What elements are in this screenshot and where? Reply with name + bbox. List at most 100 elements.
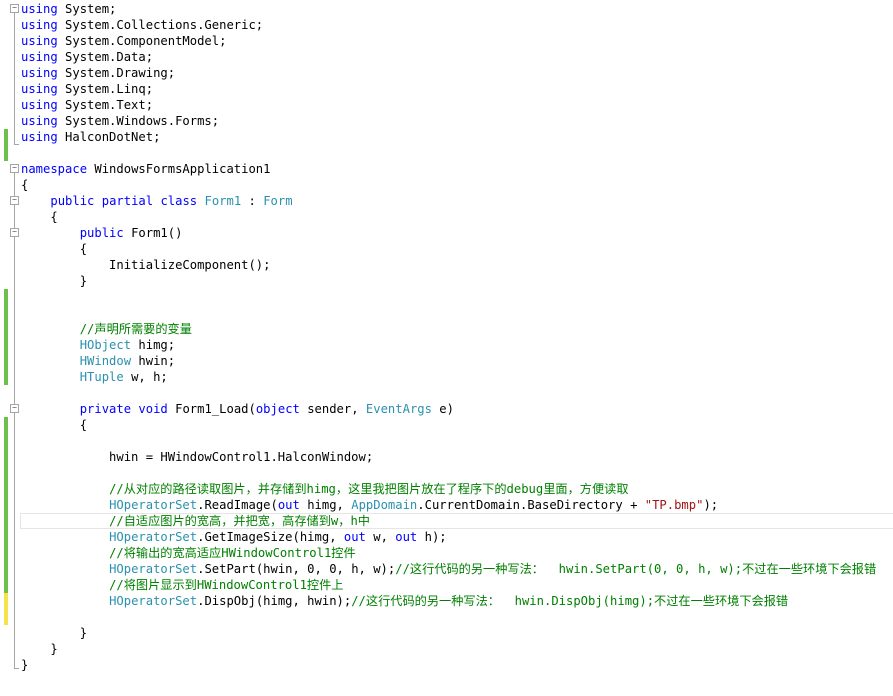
code-line-34[interactable]: HOperatorSet.GetImageSize(himg, out w, o… [0, 529, 893, 545]
code-type: HOperatorSet [109, 530, 198, 544]
code-token: System.Data; [57, 50, 154, 64]
code-line-15[interactable]: public Form1() [0, 225, 893, 241]
code-line-40[interactable]: } [0, 625, 893, 641]
code-token: HalconDotNet; [57, 130, 161, 144]
code-token: .ReadImage( [197, 498, 278, 512]
code-editor[interactable]: using System;using System.Collections.Ge… [0, 0, 893, 696]
code-line-12[interactable]: { [0, 177, 893, 193]
code-line-21[interactable]: //声明所需要的变量 [0, 321, 893, 337]
code-keyword: public [50, 194, 95, 208]
code-line-17[interactable]: InitializeComponent(); [0, 257, 893, 273]
code-token: himg, [299, 498, 352, 512]
code-line-3[interactable]: using System.ComponentModel; [0, 33, 893, 49]
saved-change-marker [4, 369, 8, 385]
code-line-31[interactable]: //从对应的路径读取图片，并存储到himg，这里我把图片放在了程序下的debug… [0, 481, 893, 497]
code-line-25[interactable] [0, 385, 893, 401]
code-line-39[interactable] [0, 609, 893, 625]
code-line-11[interactable]: namespace WindowsFormsApplication1 [0, 161, 893, 177]
code-line-33[interactable]: //自适应图片的宽高，并把宽，高存储到w，h中 [0, 513, 893, 529]
code-line-1[interactable]: using System; [0, 1, 893, 17]
code-line-32[interactable]: HOperatorSet.ReadImage(out himg, AppDoma… [0, 497, 893, 513]
code-line-29[interactable]: hwin = HWindowControl1.HalconWindow; [0, 449, 893, 465]
code-keyword: out [395, 530, 418, 544]
code-keyword: using [21, 18, 58, 32]
code-type: Form [263, 194, 293, 208]
code-type: HOperatorSet [109, 594, 198, 608]
code-line-18[interactable]: } [0, 273, 893, 289]
code-type: HOperatorSet [109, 562, 198, 576]
code-line-19[interactable] [0, 289, 893, 305]
code-line-26[interactable]: private void Form1_Load(object sender, E… [0, 401, 893, 417]
code-line-37[interactable]: //将图片显示到HWindowControl1控件上 [0, 577, 893, 593]
code-line-24[interactable]: HTuple w, h; [0, 369, 893, 385]
code-line-20[interactable] [0, 305, 893, 321]
code-comment: //这行代码的另一种写法： hwin.DispObj(himg);不过在一些环境… [351, 594, 789, 608]
code-line-27[interactable]: { [0, 417, 893, 433]
collapse-minus-icon[interactable] [10, 404, 19, 413]
code-line-22[interactable]: HObject himg; [0, 337, 893, 353]
code-text: //将图片显示到HWindowControl1控件上 [21, 577, 343, 593]
code-line-16[interactable]: { [0, 241, 893, 257]
code-line-23[interactable]: HWindow hwin; [0, 353, 893, 369]
code-line-36[interactable]: HOperatorSet.SetPart(hwin, 0, 0, h, w);/… [0, 561, 893, 577]
saved-change-marker [4, 321, 8, 337]
code-line-42[interactable]: } [0, 657, 893, 673]
saved-change-marker [4, 337, 8, 353]
collapse-minus-icon[interactable] [10, 164, 19, 173]
code-text: namespace WindowsFormsApplication1 [21, 161, 270, 177]
code-token: { [21, 210, 58, 224]
code-keyword: using [21, 2, 58, 16]
saved-change-marker [4, 561, 8, 577]
saved-change-marker [4, 513, 8, 529]
saved-change-marker [4, 145, 8, 161]
code-text: using System.Drawing; [21, 65, 175, 81]
code-keyword: out [343, 530, 366, 544]
code-line-38[interactable]: HOperatorSet.DispObj(himg, hwin);//这行代码的… [0, 593, 893, 609]
code-line-35[interactable]: //将输出的宽高适应HWindowControl1控件 [0, 545, 893, 561]
code-token: { [21, 242, 88, 256]
code-line-28[interactable] [0, 433, 893, 449]
code-text: using System; [21, 1, 116, 17]
saved-change-marker [4, 305, 8, 321]
code-line-30[interactable] [0, 465, 893, 481]
code-token: System.Collections.Generic; [57, 18, 264, 32]
code-keyword: using [21, 34, 58, 48]
code-line-8[interactable]: using System.Windows.Forms; [0, 113, 893, 129]
code-line-4[interactable]: using System.Data; [0, 49, 893, 65]
code-text: HTuple w, h; [21, 369, 168, 385]
code-line-10[interactable] [0, 145, 893, 161]
code-line-14[interactable]: { [0, 209, 893, 225]
code-token: } [21, 658, 29, 672]
code-line-7[interactable]: using System.Text; [0, 97, 893, 113]
code-line-2[interactable]: using System.Collections.Generic; [0, 17, 893, 33]
code-keyword: private [79, 402, 132, 416]
code-string: "TP.bmp" [644, 498, 704, 512]
saved-change-marker [4, 545, 8, 561]
code-text: using System.Collections.Generic; [21, 17, 263, 33]
code-line-6[interactable]: using System.Linq; [0, 81, 893, 97]
code-text: //自适应图片的宽高，并把宽，高存储到w，h中 [21, 513, 370, 529]
code-token: .SetPart(hwin, 0, 0, h, w); [197, 562, 396, 576]
code-line-9[interactable]: using HalconDotNet; [0, 129, 893, 145]
code-line-41[interactable]: } [0, 641, 893, 657]
code-text: } [21, 657, 28, 673]
code-token: } [21, 626, 88, 640]
unsaved-change-marker [4, 593, 8, 609]
code-keyword: namespace [21, 162, 88, 176]
saved-change-marker [4, 353, 8, 369]
collapse-minus-icon[interactable] [10, 228, 19, 237]
code-text: InitializeComponent(); [21, 257, 270, 273]
code-line-13[interactable]: public partial class Form1 : Form [0, 193, 893, 209]
code-text: public Form1() [21, 225, 183, 241]
code-line-5[interactable]: using System.Drawing; [0, 65, 893, 81]
collapse-minus-icon[interactable] [10, 196, 19, 205]
collapse-minus-icon[interactable] [10, 4, 19, 13]
